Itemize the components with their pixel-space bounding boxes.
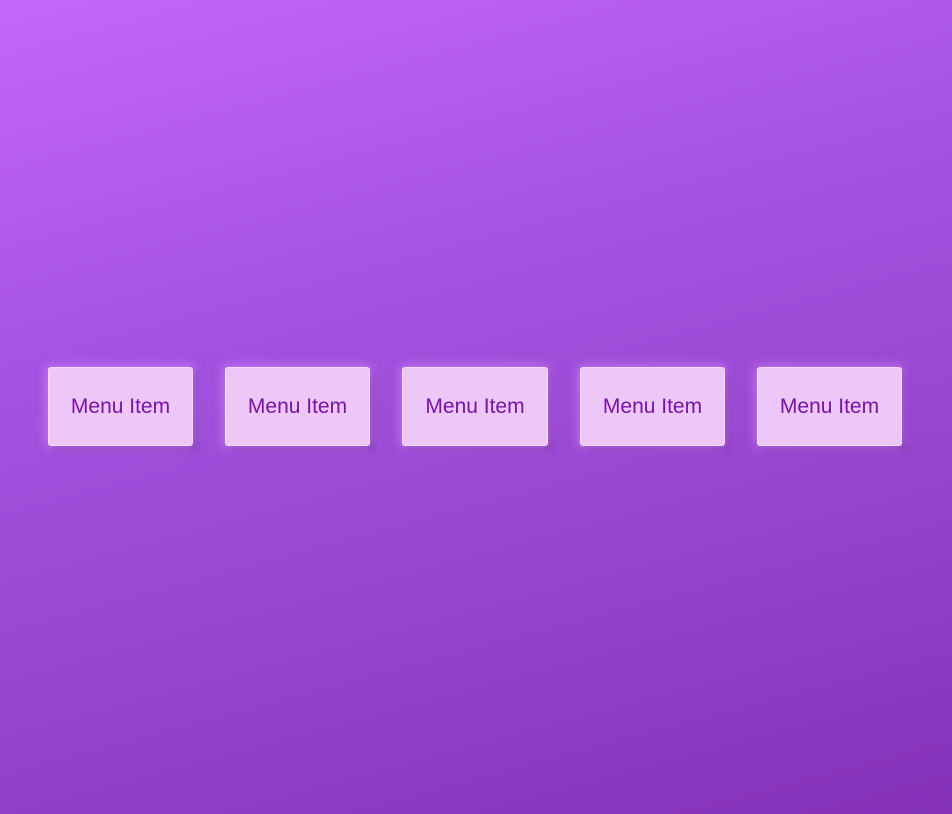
menu-bar: Menu Item Menu Item Menu Item Menu Item … (48, 367, 902, 446)
menu-item-1[interactable]: Menu Item (48, 367, 193, 446)
menu-item-3[interactable]: Menu Item (402, 367, 548, 446)
menu-item-4[interactable]: Menu Item (580, 367, 725, 446)
menu-item-5[interactable]: Menu Item (757, 367, 902, 446)
menu-item-2[interactable]: Menu Item (225, 367, 370, 446)
